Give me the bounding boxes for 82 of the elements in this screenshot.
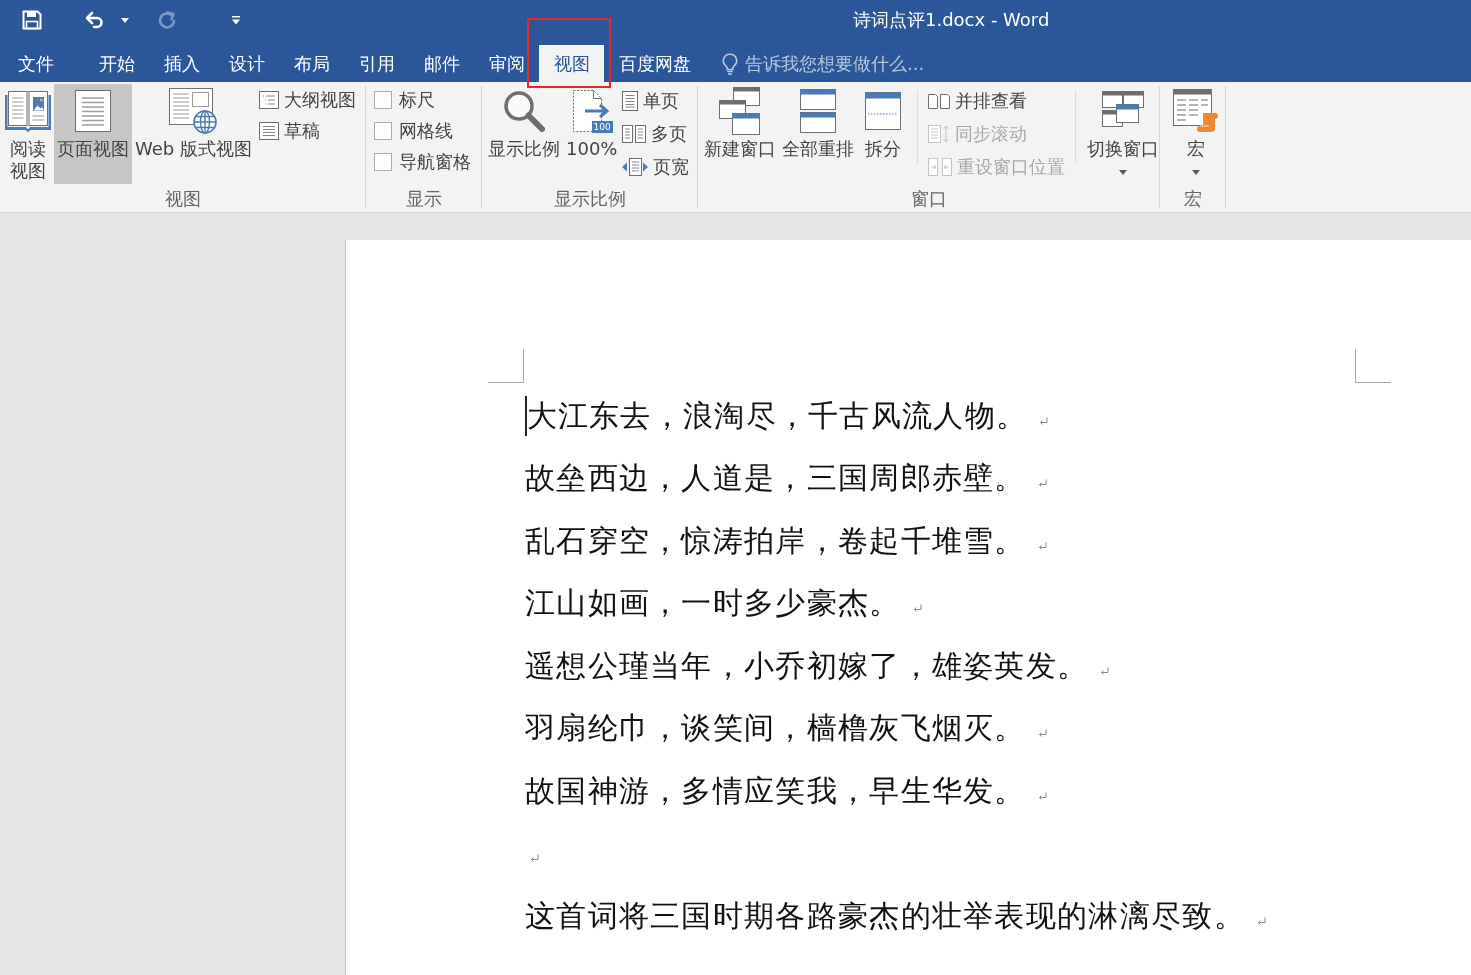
checkbox-label[interactable]: 标尺 — [399, 87, 435, 112]
magnifier-icon — [503, 90, 545, 132]
ribbon-tab[interactable]: 设计 — [214, 45, 279, 82]
paragraph-mark-icon — [1100, 666, 1110, 676]
checkbox-label[interactable]: 网格线 — [399, 118, 453, 143]
ribbon-button[interactable]: 宏 — [1170, 84, 1222, 184]
ribbon-tab[interactable]: 插入 — [149, 45, 214, 82]
paragraph-text: 故垒西边，人道是，三国周郎赤壁。 — [525, 459, 1026, 498]
ribbon-tab[interactable]: 布局 — [279, 45, 344, 82]
ribbon-button[interactable]: 切换窗口 — [1084, 84, 1162, 184]
page-width-icon — [622, 157, 649, 176]
ribbon-button[interactable]: 页宽 — [620, 150, 692, 183]
ribbon-button[interactable]: 大纲视图 — [256, 84, 358, 115]
side-by-side-pages-icon — [928, 92, 950, 109]
group-label: 显示比例 — [552, 187, 627, 211]
checkbox[interactable] — [374, 121, 392, 140]
corner-mark-icon — [1355, 349, 1391, 383]
ribbon-tab[interactable]: 引用 — [344, 45, 409, 82]
ribbon-button[interactable]: 显示比例 — [485, 84, 563, 184]
corner-mark-icon — [488, 349, 524, 383]
ribbon-button[interactable]: 单页 — [620, 84, 692, 117]
web-page-globe-icon — [169, 88, 218, 134]
group-label: 显示 — [404, 187, 443, 211]
tell-me-field[interactable]: 告诉我您想要做什么... — [745, 53, 955, 74]
ribbon-button[interactable]: 页面视图 — [54, 84, 132, 184]
scroll-pages-icon — [928, 124, 950, 143]
ribbon-button[interactable]: 并排查看 — [926, 84, 1067, 117]
reset-windows-icon — [928, 157, 952, 176]
page-icon — [622, 90, 639, 111]
page-arrow-icon — [571, 89, 612, 133]
paragraph-mark-icon — [912, 604, 922, 614]
paragraph-text: 乱石穿空，惊涛拍岸，卷起千堆雪。 — [525, 521, 1026, 560]
checkbox[interactable] — [374, 90, 392, 109]
ribbon-button[interactable]: 拆分 — [857, 84, 909, 184]
undo-icon[interactable] — [84, 11, 106, 29]
paragraph-mark-icon — [1037, 729, 1047, 739]
ribbon-tab[interactable]: 开始 — [84, 45, 149, 82]
save-icon[interactable] — [22, 10, 42, 30]
ribbon-button[interactable]: 全部重排 — [779, 84, 857, 184]
customize-dropdown-icon[interactable] — [231, 15, 241, 25]
ribbon-button[interactable]: 草稿 — [256, 115, 358, 146]
window-title: 诗词点评1.docx - Word — [853, 8, 1050, 32]
caret-icon — [1119, 170, 1127, 175]
paragraph-mark-icon — [1039, 416, 1049, 426]
paragraph-text: 江山如画，一时多少豪杰。 — [525, 584, 901, 623]
paragraph-mark-icon — [1256, 916, 1266, 926]
group-label: 宏 — [1182, 187, 1203, 211]
ribbon-button[interactable]: 阅读视图 — [2, 84, 54, 184]
checkbox[interactable] — [374, 152, 392, 171]
two-pages-icon — [622, 124, 647, 143]
ribbon-tab[interactable]: 邮件 — [409, 45, 474, 82]
lightbulb-icon — [722, 52, 738, 75]
macro-sheet-icon — [1173, 89, 1219, 133]
split-window-icon — [865, 92, 901, 130]
outline-icon — [258, 90, 279, 109]
group-label: 视图 — [163, 187, 202, 211]
paragraph-mark-icon — [1037, 479, 1047, 489]
paragraph-text: 遥想公瑾当年，小乔初嫁了，雄姿英发。 — [525, 646, 1089, 685]
caret-icon[interactable] — [121, 17, 129, 23]
ribbon-tab[interactable]: 审阅 — [474, 45, 539, 82]
zoom-badge: 100 — [591, 121, 613, 133]
group-label: 窗口 — [909, 187, 948, 211]
ribbon-button[interactable]: Web 版式视图 — [132, 84, 255, 184]
paragraph-text: 羽扇纶巾，谈笑间，樯橹灰飞烟灭。 — [525, 709, 1026, 748]
windows-icon — [719, 87, 761, 135]
ribbon-button[interactable]: 新建窗口 — [701, 84, 779, 184]
paragraph-text: 大江东去，浪淘尽，千古风流人物。 — [526, 396, 1028, 435]
paragraph-text: 这首词将三国时期各路豪杰的壮举表现的淋漓尽致。 — [525, 896, 1245, 935]
ribbon-button[interactable]: 100 100% — [563, 84, 621, 184]
paragraph-mark-icon — [1037, 791, 1047, 801]
draft-icon — [258, 121, 279, 140]
paragraph-text: 故国神游，多情应笑我，早生华发。 — [525, 771, 1026, 810]
ribbon-tab[interactable]: 百度网盘 — [604, 45, 705, 82]
caret-icon — [1192, 170, 1200, 175]
checkbox-label[interactable]: 导航窗格 — [399, 149, 471, 174]
stacked-windows-icon — [800, 89, 836, 133]
page-icon — [75, 90, 111, 132]
ribbon-button[interactable]: 多页 — [620, 117, 692, 150]
ribbon-tab[interactable]: 视图 — [539, 45, 604, 82]
open-book-icon — [5, 90, 51, 132]
ribbon-tab[interactable]: 文件 — [0, 45, 72, 82]
paragraph-mark-icon — [1037, 541, 1047, 551]
